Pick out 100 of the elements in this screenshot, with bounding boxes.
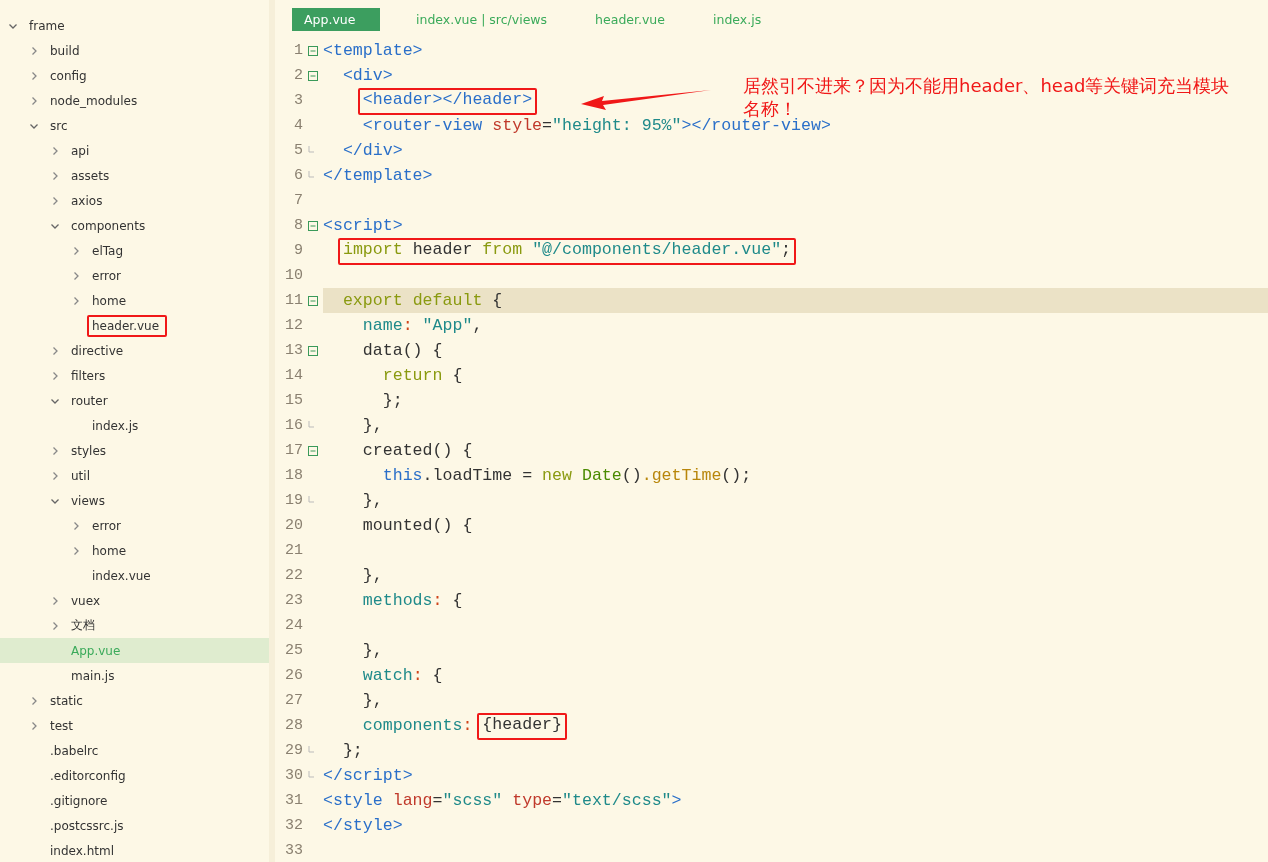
chevron-right-icon[interactable] — [50, 620, 60, 631]
line-number: 33 — [284, 842, 303, 859]
fold-collapse-icon[interactable] — [308, 295, 318, 306]
line-number: 1 — [293, 42, 303, 59]
file-tree-item[interactable]: main.js — [0, 663, 269, 688]
line-number: 23 — [284, 592, 303, 609]
line-number: 31 — [284, 792, 303, 809]
file-tree-item[interactable]: home — [0, 288, 269, 313]
file-tree-item[interactable]: views — [0, 488, 269, 513]
code-line: }, — [361, 640, 383, 662]
file-tree-item[interactable]: header.vue — [0, 313, 269, 338]
file-tree-item[interactable]: filters — [0, 363, 269, 388]
line-number: 32 — [284, 817, 303, 834]
file-tree-item[interactable]: .editorconfig — [0, 763, 269, 788]
line-number: 18 — [284, 467, 303, 484]
code-line: <div> — [341, 65, 393, 87]
file-tree-item[interactable]: api — [0, 138, 269, 163]
file-tree-item[interactable]: frame — [0, 13, 269, 38]
fold-collapse-icon[interactable] — [308, 70, 318, 81]
file-tree-item[interactable]: components — [0, 213, 269, 238]
chevron-right-icon[interactable] — [50, 170, 60, 181]
line-number: 9 — [293, 242, 303, 259]
fold-collapse-icon[interactable] — [308, 45, 318, 56]
chevron-right-icon[interactable] — [29, 720, 39, 731]
file-tree-item[interactable]: .babelrc — [0, 738, 269, 763]
chevron-right-icon[interactable] — [29, 45, 39, 56]
code-line: }, — [361, 565, 383, 587]
chevron-right-icon[interactable] — [29, 695, 39, 706]
code-line: }, — [361, 415, 383, 437]
file-tree-item[interactable]: directive — [0, 338, 269, 363]
fold-collapse-icon[interactable] — [308, 445, 318, 456]
line-number: 8 — [293, 217, 303, 234]
file-tree-item[interactable]: 文档 — [0, 613, 269, 638]
code-line: created() { — [361, 440, 473, 462]
file-tree-item[interactable]: src — [0, 113, 269, 138]
file-tree-item[interactable]: index.js — [0, 413, 269, 438]
code-line: </div> — [341, 140, 403, 162]
chevron-right-icon[interactable] — [50, 595, 60, 606]
chevron-right-icon[interactable] — [71, 295, 81, 306]
chevron-right-icon[interactable] — [50, 470, 60, 481]
file-tree-item[interactable]: util — [0, 463, 269, 488]
file-tree-item[interactable]: styles — [0, 438, 269, 463]
line-number: 27 — [284, 692, 303, 709]
code-line: this.loadTime = new Date().getTime(); — [381, 465, 752, 487]
file-tree-item[interactable]: elTag — [0, 238, 269, 263]
code-line: </style> — [323, 815, 403, 837]
file-tree-item[interactable]: index.vue — [0, 563, 269, 588]
annotation-box: <header></header> — [357, 88, 538, 115]
code-line: watch: { — [361, 665, 443, 687]
chevron-right-icon[interactable] — [50, 370, 60, 381]
line-number: 15 — [284, 392, 303, 409]
file-tree-item[interactable]: test — [0, 713, 269, 738]
chevron-right-icon[interactable] — [71, 245, 81, 256]
line-number: 29 — [284, 742, 303, 759]
line-number: 11 — [284, 292, 303, 309]
chevron-right-icon[interactable] — [29, 95, 39, 106]
chevron-right-icon[interactable] — [29, 70, 39, 81]
annotation-box: {header} — [477, 713, 568, 740]
annotation-box: import header from "@/components/header.vue"; — [337, 238, 797, 265]
code-line: data() { — [361, 340, 443, 362]
code-line: }; — [341, 740, 363, 762]
chevron-right-icon[interactable] — [50, 445, 60, 456]
file-tree-item[interactable]: config — [0, 63, 269, 88]
file-tree-item[interactable]: static — [0, 688, 269, 713]
line-number: 13 — [284, 342, 303, 359]
line-number: 21 — [284, 542, 303, 559]
line-number: 26 — [284, 667, 303, 684]
file-tree-item[interactable]: .gitignore — [0, 788, 269, 813]
code-line: methods: { — [361, 590, 463, 612]
chevron-right-icon[interactable] — [71, 270, 81, 281]
file-tree-item[interactable]: home — [0, 538, 269, 563]
file-tree-item[interactable]: node_modules — [0, 88, 269, 113]
line-number: 16 — [284, 417, 303, 434]
file-tree-item[interactable]: .postcssrc.js — [0, 813, 269, 838]
line-number: 5 — [293, 142, 303, 159]
fold-collapse-icon[interactable] — [308, 220, 318, 231]
chevron-right-icon[interactable] — [71, 520, 81, 531]
file-tree-item[interactable]: vuex — [0, 588, 269, 613]
chevron-right-icon[interactable] — [50, 145, 60, 156]
file-tree-item[interactable]: index.html — [0, 838, 269, 862]
file-tree-item[interactable]: assets — [0, 163, 269, 188]
file-tree-item[interactable]: router — [0, 388, 269, 413]
file-tree-item[interactable]: build — [0, 38, 269, 63]
chevron-right-icon[interactable] — [50, 195, 60, 206]
line-number: 30 — [284, 767, 303, 784]
code-line: }, — [361, 690, 383, 712]
line-number: 25 — [284, 642, 303, 659]
code-line: </script> — [323, 765, 413, 787]
fold-collapse-icon[interactable] — [308, 345, 318, 356]
code-line: return { — [381, 365, 463, 387]
chevron-right-icon[interactable] — [71, 545, 81, 556]
annotation-text: 居然引不进来？因为不能用header、head等关键词充当模块名称！ — [743, 74, 1231, 119]
code-line: </template> — [323, 165, 433, 187]
line-number: 28 — [284, 717, 303, 734]
chevron-right-icon[interactable] — [50, 345, 60, 356]
line-number: 7 — [293, 192, 303, 209]
file-tree-item[interactable]: error — [0, 263, 269, 288]
file-tree-item[interactable]: error — [0, 513, 269, 538]
code-line: }, — [361, 490, 383, 512]
file-tree-item[interactable]: axios — [0, 188, 269, 213]
